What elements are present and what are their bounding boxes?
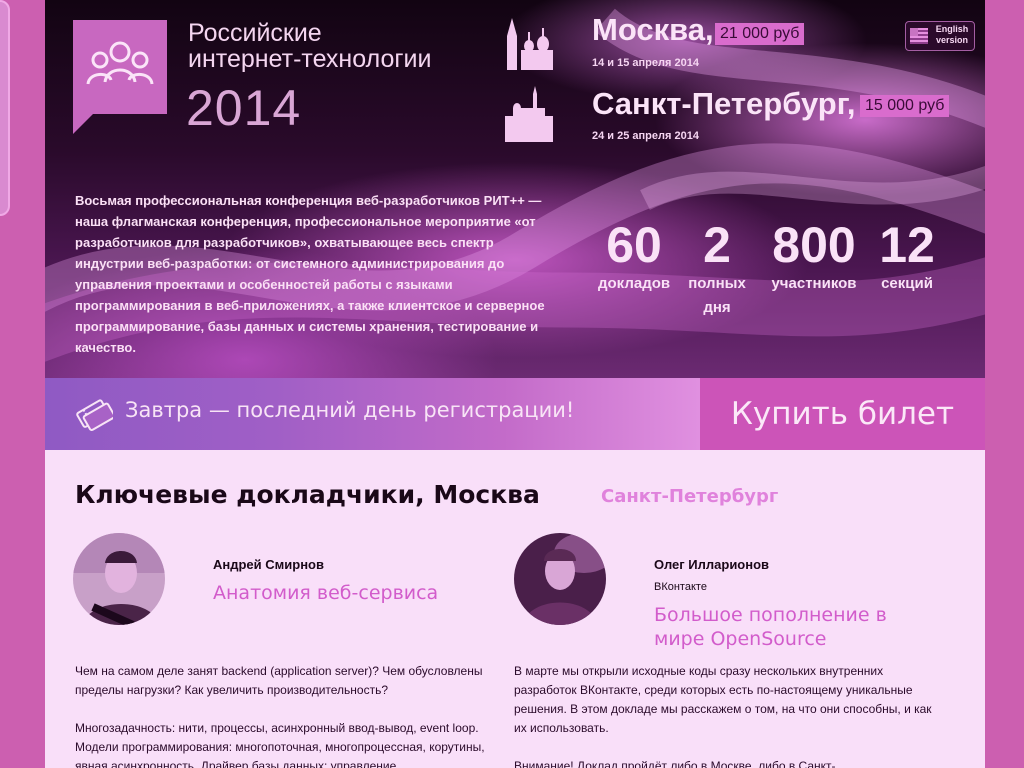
conference-logo[interactable]	[73, 20, 167, 114]
buy-ticket-button[interactable]: Купить билет	[700, 378, 985, 450]
talk-paragraph: Многозадачность: нити, процессы, асинхро…	[75, 721, 485, 768]
city-name-moscow[interactable]: Москва,	[592, 12, 714, 48]
speaker-company: ВКонтакте	[654, 581, 707, 593]
dates-moscow: 14 и 15 апреля 2014	[592, 57, 699, 69]
talk-title[interactable]: Анатомия веб-сервиса	[213, 581, 493, 605]
dates-spb: 24 и 25 апреля 2014	[592, 130, 699, 142]
talk-title[interactable]: Большое пополнение в мире OpenSource	[654, 603, 934, 651]
stat-value: 12	[879, 217, 935, 273]
us-flag-icon	[910, 28, 928, 44]
stat-label: докладов	[598, 275, 671, 292]
talk-paragraph: Внимание! Доклад пройдёт либо в Москве, …	[514, 759, 836, 768]
speaker-photo-smirnov	[73, 533, 165, 625]
stat-label: участников	[771, 275, 857, 292]
speakers-section-title: Ключевые докладчики, Москва	[75, 480, 540, 509]
registration-banner[interactable]: Завтра — последний день регистрации!	[45, 378, 700, 450]
avatar[interactable]	[514, 533, 606, 625]
conference-description: Восьмая профессиональная конференция веб…	[75, 193, 545, 355]
city-name-spb[interactable]: Санкт-Петербург,	[592, 86, 856, 122]
talk-paragraph: Чем на самом деле занят backend (applica…	[75, 664, 483, 697]
conference-year: 2014	[186, 80, 302, 136]
speaker-name: Олег Илларионов	[654, 557, 770, 572]
stat-value: 800	[772, 217, 856, 273]
stat-label: секций	[881, 275, 933, 292]
conference-title: Российские интернет-технологии	[188, 20, 431, 72]
speaker-name: Андрей Смирнов	[213, 557, 324, 572]
speaker-photo-illarionov	[514, 533, 606, 625]
speakers-section: Ключевые докладчики, Москва Санкт-Петерб…	[45, 450, 985, 768]
stat-sections: 12 секций	[875, 218, 939, 296]
stat-value: 2	[703, 217, 731, 273]
avatar[interactable]	[73, 533, 165, 625]
price-moscow: 21 000 руб	[715, 23, 805, 45]
title-line-1: Российские	[188, 19, 322, 47]
side-feedback-tab[interactable]	[0, 0, 10, 216]
talk-description: В марте мы открыли исходные коды сразу н…	[514, 662, 934, 768]
talk-description: Чем на самом деле занят backend (applica…	[75, 662, 495, 768]
kremlin-icon	[507, 18, 553, 70]
stat-value: 60	[606, 217, 662, 273]
people-icon	[86, 41, 154, 85]
page-main: Российские интернет-технологии 2014 Моск…	[45, 0, 985, 768]
price-spb: 15 000 руб	[860, 95, 950, 117]
stat-participants: 800 участников	[767, 218, 861, 296]
logo-tail	[73, 114, 93, 134]
stat-talks: 60 докладов	[598, 218, 670, 296]
stat-days: 2 полных дня	[685, 218, 749, 320]
hero-banner: Российские интернет-технологии 2014 Моск…	[45, 0, 985, 378]
peterhof-icon	[505, 86, 553, 142]
stat-label: полных дня	[688, 275, 746, 316]
title-line-2: интернет-технологии	[188, 45, 432, 73]
tab-spb-speakers[interactable]: Санкт-Петербург	[601, 486, 778, 507]
ticket-icon	[76, 399, 113, 432]
english-version-link[interactable]: English version	[905, 21, 975, 51]
registration-deadline-text: Завтра — последний день регистрации!	[125, 398, 575, 422]
english-version-label: English version	[935, 24, 969, 45]
talk-paragraph: В марте мы открыли исходные коды сразу н…	[514, 664, 932, 735]
